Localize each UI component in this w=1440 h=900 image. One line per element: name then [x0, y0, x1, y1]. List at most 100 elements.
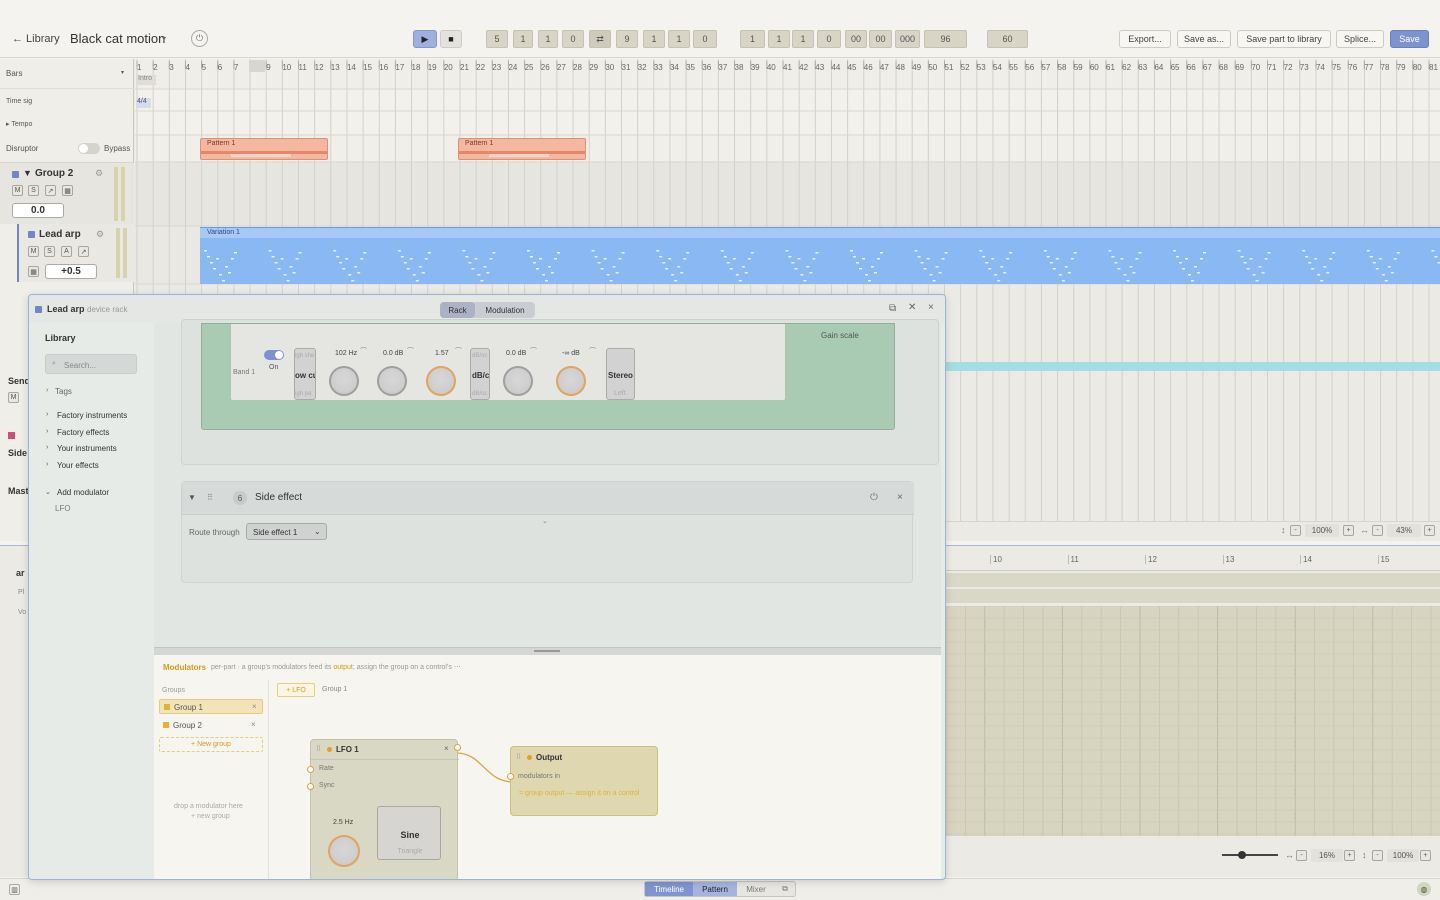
zoom-in-button[interactable]: + — [1343, 525, 1354, 536]
send-clip[interactable] — [946, 362, 1440, 371]
time-hours[interactable]: 00 — [845, 30, 867, 48]
close-icon[interactable]: × — [251, 720, 256, 729]
bypass-toggle[interactable] — [78, 143, 100, 154]
zoom-slider-handle[interactable] — [1238, 851, 1246, 859]
zoom-out-button[interactable]: - — [1372, 525, 1383, 536]
power-icon[interactable]: ⏻ — [870, 492, 878, 503]
vertical-zoom-value[interactable]: 100% — [1305, 524, 1339, 537]
tempo-field[interactable]: 60 — [987, 30, 1028, 48]
time-sig-marker[interactable]: 4/4 — [136, 98, 151, 108]
new-group-button[interactable]: + New group — [159, 737, 263, 752]
export-button[interactable]: Export... — [1119, 30, 1171, 48]
intro-marker[interactable]: Intro — [136, 75, 156, 85]
library-item[interactable]: Your instruments — [57, 444, 117, 453]
collapse-triangle-icon[interactable]: ▼ — [188, 493, 196, 502]
more-icon[interactable]: ⌒ — [455, 346, 462, 356]
assistant-icon[interactable]: ◍ — [1417, 882, 1431, 896]
close-icon[interactable]: × — [897, 492, 903, 503]
route-through-select[interactable]: Side effect 1 ⌄ — [246, 523, 327, 540]
time-minutes[interactable]: 00 — [869, 30, 892, 48]
tab-pattern[interactable]: Pattern — [693, 882, 737, 896]
drag-handle-icon[interactable]: ⠿ — [516, 753, 521, 761]
ppq-display[interactable]: 96 — [924, 30, 967, 48]
pattern-vzoom-value[interactable]: 100% — [1387, 849, 1419, 862]
mute-button[interactable]: M — [12, 185, 23, 196]
library-item[interactable]: Factory instruments — [57, 411, 127, 420]
zoom-in-button[interactable]: + — [1420, 850, 1431, 861]
loop-end-sixteenth[interactable]: 1 — [668, 30, 690, 48]
zoom-in-button[interactable]: + — [1424, 525, 1435, 536]
sync-input-port[interactable] — [307, 783, 314, 790]
loop-start-bar[interactable]: 5 — [486, 30, 508, 48]
modulators-in-port[interactable] — [507, 773, 514, 780]
drag-handle-icon[interactable]: ⠿ — [316, 745, 321, 753]
close-icon[interactable]: × — [252, 702, 257, 711]
group-2-name[interactable]: Group 2 — [35, 168, 73, 179]
waveform-selector[interactable]: Sine Triangle — [377, 806, 441, 860]
popout-icon[interactable]: ⧉ — [889, 303, 896, 314]
solo-button[interactable]: S — [44, 246, 55, 257]
stereo-selector[interactable]: Stereo Left — [606, 348, 635, 400]
time-ms[interactable]: 000 — [895, 30, 920, 48]
library-search-input[interactable]: ⌕ Search... — [45, 354, 137, 374]
back-to-library-link[interactable]: ← Library — [12, 33, 60, 45]
add-lfo-button[interactable]: + LFO — [277, 683, 315, 697]
chevron-down-icon[interactable]: ⌄ — [542, 517, 548, 525]
q-knob[interactable] — [426, 366, 456, 396]
drag-handle-icon[interactable]: ⠿ — [207, 493, 213, 502]
output-gain-knob[interactable] — [503, 366, 533, 396]
more-icon[interactable]: ⌒ — [407, 346, 414, 356]
more-icon[interactable]: ⌒ — [530, 346, 537, 356]
tab-timeline[interactable]: Timeline — [645, 882, 693, 896]
record-icon[interactable]: ▦ — [62, 185, 73, 196]
lfo-node[interactable]: ⠿ LFO 1 × Rate Sync 2.5 Hz Sine Triangle — [307, 739, 461, 879]
position-beat[interactable]: 1 — [768, 30, 790, 48]
send-track-name[interactable]: Send — [8, 376, 30, 386]
variation-clip[interactable]: Variation 1 — [200, 227, 1440, 284]
tags-item[interactable]: Tags — [55, 387, 72, 396]
gear-icon[interactable]: ⚙ — [96, 229, 104, 240]
zoom-slider[interactable] — [1222, 854, 1278, 856]
position-bar[interactable]: 1 — [740, 30, 765, 48]
horizontal-zoom-value[interactable]: 43% — [1387, 524, 1421, 537]
piano-roll-grid[interactable] — [946, 606, 1440, 836]
play-button[interactable]: ▶ — [413, 30, 437, 48]
lfo-output-port[interactable] — [454, 744, 461, 751]
record-icon[interactable]: ▦ — [28, 266, 39, 277]
zoom-out-button[interactable]: - — [1372, 850, 1383, 861]
loop-end-beat[interactable]: 1 — [643, 30, 665, 48]
gear-icon[interactable]: ⚙ — [95, 168, 103, 179]
unpin-icon[interactable]: ✕ — [908, 302, 916, 313]
save-part-to-library-button[interactable]: Save part to library — [1237, 30, 1331, 48]
tab-rack[interactable]: Rack — [440, 302, 475, 318]
pattern-lane[interactable] — [946, 573, 1440, 587]
position-sixteenth[interactable]: 1 — [792, 30, 814, 48]
pattern-ruler[interactable]: 10 11 12 13 14 15 — [946, 553, 1440, 571]
group-item-2[interactable]: Group 2 × — [159, 718, 263, 733]
library-item[interactable]: Factory effects — [57, 428, 109, 437]
more-icon[interactable]: ⌒ — [360, 346, 367, 356]
master-track-name[interactable]: Mast — [8, 486, 29, 496]
more-icon[interactable]: ⌒ — [589, 346, 596, 356]
automation-button[interactable]: A — [61, 246, 72, 257]
loop-end-bar[interactable]: 9 — [616, 30, 638, 48]
lead-arp-name[interactable]: Lead arp — [39, 229, 81, 240]
mute-button[interactable]: M — [28, 246, 39, 257]
power-icon[interactable]: ⏻ — [191, 30, 208, 47]
slope-selector[interactable]: dB/oc dB/c dB/oc — [470, 348, 490, 400]
pattern-clip[interactable]: Pattern 1 — [458, 138, 586, 160]
tab-mixer[interactable]: Mixer — [737, 882, 775, 896]
filter-type-selector[interactable]: igh she ow cu igh pa — [294, 348, 316, 400]
arm-icon[interactable]: ↗ — [78, 246, 89, 257]
popout-icon[interactable]: ⧉ — [775, 882, 795, 896]
rate-input-port[interactable] — [307, 766, 314, 773]
position-tick[interactable]: 0 — [817, 30, 841, 48]
sidebar-toggle-icon[interactable]: ▥ — [9, 884, 20, 895]
pattern-clip[interactable]: Pattern 1 — [200, 138, 328, 160]
group-item-1[interactable]: Group 1 × — [159, 699, 263, 714]
loop-start-sixteenth[interactable]: 1 — [538, 30, 558, 48]
side-track-name[interactable]: Side — [8, 448, 27, 458]
tempo-lane-toggle[interactable]: ▸ Tempo — [6, 120, 32, 128]
loop-toggle-icon[interactable]: ⇄ — [589, 30, 611, 48]
library-item[interactable]: Your effects — [57, 461, 99, 470]
